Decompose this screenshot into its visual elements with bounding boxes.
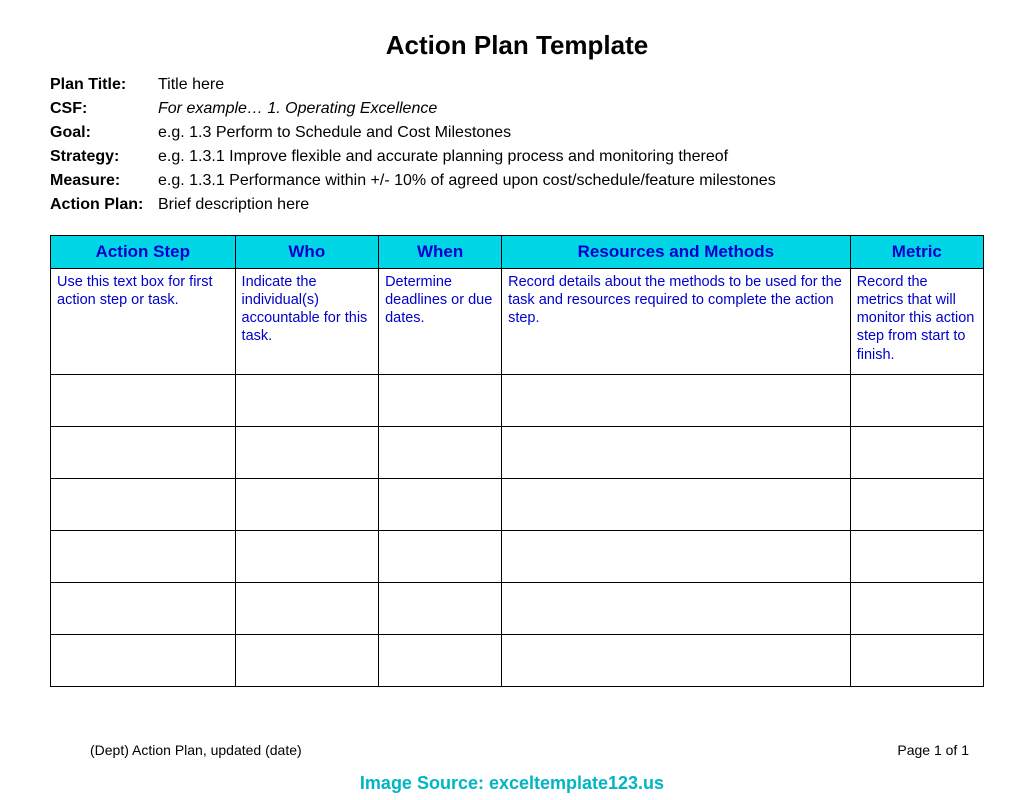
meta-label: Strategy: bbox=[50, 145, 158, 169]
meta-row: Plan Title: Title here bbox=[50, 73, 984, 97]
cell-when[interactable]: Determine deadlines or due dates. bbox=[379, 269, 502, 375]
cell-who[interactable] bbox=[235, 530, 379, 582]
meta-block: Plan Title: Title here CSF: For example…… bbox=[50, 73, 984, 217]
header-when: When bbox=[379, 236, 502, 269]
cell-metric[interactable] bbox=[850, 374, 983, 426]
cell-who[interactable] bbox=[235, 582, 379, 634]
table-row bbox=[51, 582, 984, 634]
cell-action-step[interactable] bbox=[51, 634, 236, 686]
header-resources: Resources and Methods bbox=[502, 236, 851, 269]
meta-row: CSF: For example… 1. Operating Excellenc… bbox=[50, 97, 984, 121]
action-plan-table: Action Step Who When Resources and Metho… bbox=[50, 235, 984, 687]
meta-row: Measure: e.g. 1.3.1 Performance within +… bbox=[50, 169, 984, 193]
cell-who[interactable] bbox=[235, 426, 379, 478]
table-row: Use this text box for first action step … bbox=[51, 269, 984, 375]
cell-when[interactable] bbox=[379, 530, 502, 582]
cell-action-step[interactable] bbox=[51, 374, 236, 426]
cell-action-step[interactable] bbox=[51, 582, 236, 634]
cell-metric[interactable] bbox=[850, 478, 983, 530]
meta-row: Action Plan: Brief description here bbox=[50, 193, 984, 217]
cell-who[interactable]: Indicate the individual(s) accountable f… bbox=[235, 269, 379, 375]
cell-action-step[interactable] bbox=[51, 530, 236, 582]
header-who: Who bbox=[235, 236, 379, 269]
meta-label: Measure: bbox=[50, 169, 158, 193]
meta-value: For example… 1. Operating Excellence bbox=[158, 97, 984, 121]
cell-resources[interactable] bbox=[502, 530, 851, 582]
meta-value: e.g. 1.3.1 Improve flexible and accurate… bbox=[158, 145, 984, 169]
cell-metric[interactable] bbox=[850, 426, 983, 478]
document-title: Action Plan Template bbox=[50, 30, 984, 61]
image-source-caption: Image Source: exceltemplate123.us bbox=[0, 773, 1024, 794]
cell-who[interactable] bbox=[235, 374, 379, 426]
footer-right: Page 1 of 1 bbox=[897, 742, 969, 758]
table-header-row: Action Step Who When Resources and Metho… bbox=[51, 236, 984, 269]
cell-metric[interactable] bbox=[850, 582, 983, 634]
meta-label: Action Plan: bbox=[50, 193, 158, 217]
meta-value: e.g. 1.3 Perform to Schedule and Cost Mi… bbox=[158, 121, 984, 145]
table-row bbox=[51, 374, 984, 426]
cell-when[interactable] bbox=[379, 426, 502, 478]
meta-value: Title here bbox=[158, 73, 984, 97]
cell-when[interactable] bbox=[379, 634, 502, 686]
cell-when[interactable] bbox=[379, 582, 502, 634]
table-row bbox=[51, 478, 984, 530]
cell-action-step[interactable] bbox=[51, 426, 236, 478]
page-footer: (Dept) Action Plan, updated (date) Page … bbox=[90, 742, 969, 758]
cell-resources[interactable] bbox=[502, 374, 851, 426]
table-row bbox=[51, 426, 984, 478]
meta-value: Brief description here bbox=[158, 193, 984, 217]
footer-left: (Dept) Action Plan, updated (date) bbox=[90, 742, 302, 758]
table-row bbox=[51, 530, 984, 582]
cell-resources[interactable]: Record details about the methods to be u… bbox=[502, 269, 851, 375]
header-action-step: Action Step bbox=[51, 236, 236, 269]
meta-row: Strategy: e.g. 1.3.1 Improve flexible an… bbox=[50, 145, 984, 169]
header-metric: Metric bbox=[850, 236, 983, 269]
table-row bbox=[51, 634, 984, 686]
cell-resources[interactable] bbox=[502, 634, 851, 686]
meta-label: Goal: bbox=[50, 121, 158, 145]
meta-label: CSF: bbox=[50, 97, 158, 121]
meta-label: Plan Title: bbox=[50, 73, 158, 97]
cell-metric[interactable] bbox=[850, 530, 983, 582]
meta-value: e.g. 1.3.1 Performance within +/- 10% of… bbox=[158, 169, 984, 193]
cell-who[interactable] bbox=[235, 634, 379, 686]
cell-when[interactable] bbox=[379, 374, 502, 426]
cell-metric[interactable] bbox=[850, 634, 983, 686]
cell-action-step[interactable]: Use this text box for first action step … bbox=[51, 269, 236, 375]
cell-action-step[interactable] bbox=[51, 478, 236, 530]
cell-metric[interactable]: Record the metrics that will monitor thi… bbox=[850, 269, 983, 375]
cell-resources[interactable] bbox=[502, 426, 851, 478]
cell-when[interactable] bbox=[379, 478, 502, 530]
cell-resources[interactable] bbox=[502, 582, 851, 634]
cell-resources[interactable] bbox=[502, 478, 851, 530]
cell-who[interactable] bbox=[235, 478, 379, 530]
meta-row: Goal: e.g. 1.3 Perform to Schedule and C… bbox=[50, 121, 984, 145]
